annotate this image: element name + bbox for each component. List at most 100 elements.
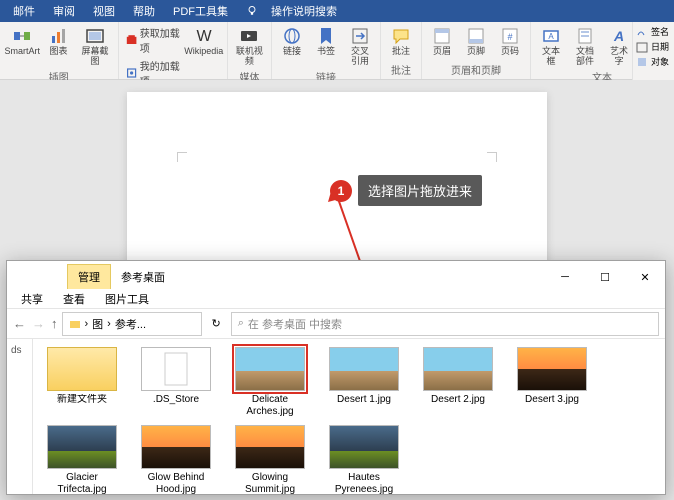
explorer-subtabs: 共享 查看 图片工具 (7, 289, 665, 309)
refresh-button[interactable]: ↻ (206, 317, 227, 330)
margin-marker (487, 152, 497, 162)
explorer-nav: ← → ↑ ›图›参考... ↻ ⌕ 在 参考桌面 中搜索 (7, 309, 665, 339)
file-explorer-window: 管理 参考桌面 ─ ☐ ✕ 共享 查看 图片工具 ← → ↑ ›图›参考... … (6, 260, 666, 495)
minimize-button[interactable]: ─ (545, 265, 585, 289)
tab-review[interactable]: 审阅 (44, 3, 84, 19)
ribbon-toolbar: SmartArt 图表 屏幕截图 插图 获取加载项 我的加载项 WWikiped… (0, 22, 674, 80)
annotation-callout: 1 选择图片拖放进来 (330, 175, 482, 206)
signature-button[interactable]: 签名 (636, 25, 671, 38)
svg-text:A: A (548, 32, 554, 41)
crossref-button[interactable]: 交叉引用 (344, 24, 376, 69)
image-thumbnail (141, 425, 211, 469)
file-icon (141, 347, 211, 391)
quickparts-button[interactable]: 文档部件 (569, 24, 601, 69)
group-label: 批注 (391, 62, 411, 78)
explorer-sidebar[interactable]: ds (7, 339, 33, 494)
file-item[interactable]: Desert 3.jpg (513, 347, 591, 417)
comment-button[interactable]: 批注 (385, 24, 417, 59)
image-thumbnail (517, 347, 587, 391)
wordart-button[interactable]: A艺术字 (603, 24, 635, 69)
group-links: 链接 书签 交叉引用 链接 (272, 22, 381, 79)
file-item[interactable]: Delicate Arches.jpg (231, 347, 309, 417)
image-thumbnail (235, 347, 305, 391)
tell-me-search[interactable]: 操作说明搜索 (237, 3, 355, 19)
close-button[interactable]: ✕ (625, 265, 665, 289)
explorer-title: 参考桌面 (111, 265, 545, 289)
group-illustrations: SmartArt 图表 屏幕截图 插图 (0, 22, 119, 79)
image-thumbnail (47, 425, 117, 469)
ribbon-tabs: 邮件 审阅 视图 帮助 PDF工具集 操作说明搜索 (0, 0, 674, 22)
group-comments: 批注 批注 (381, 22, 422, 79)
datetime-button[interactable]: 日期 (636, 40, 671, 53)
explorer-tab-manage[interactable]: 管理 (67, 264, 111, 289)
image-thumbnail (423, 347, 493, 391)
addons-icon (126, 66, 137, 80)
folder-icon (69, 318, 81, 330)
file-item[interactable]: Desert 1.jpg (325, 347, 403, 417)
margin-marker (177, 152, 187, 162)
file-name: Desert 1.jpg (337, 394, 391, 406)
header-button[interactable]: 页眉 (426, 24, 458, 59)
store-icon (126, 33, 137, 47)
object-icon (636, 56, 648, 68)
word-window: 邮件 审阅 视图 帮助 PDF工具集 操作说明搜索 SmartArt 图表 屏幕… (0, 0, 674, 500)
file-name: 新建文件夹 (57, 394, 107, 406)
nav-up-button[interactable]: ↑ (51, 316, 58, 331)
image-thumbnail (235, 425, 305, 469)
explorer-titlebar[interactable]: 管理 参考桌面 ─ ☐ ✕ (7, 261, 665, 289)
file-name: Glacier Trifecta.jpg (43, 472, 121, 494)
maximize-button[interactable]: ☐ (585, 265, 625, 289)
callout-text: 选择图片拖放进来 (358, 175, 482, 206)
file-name: Glowing Summit.jpg (231, 472, 309, 494)
file-item[interactable]: Glow Behind Hood.jpg (137, 425, 215, 494)
textbox-button[interactable]: A文本框 (535, 24, 567, 69)
tab-mail[interactable]: 邮件 (4, 3, 44, 19)
image-thumbnail (329, 347, 399, 391)
group-media: 联机视频 媒体 (228, 22, 272, 79)
file-name: Glow Behind Hood.jpg (137, 472, 215, 494)
file-name: Hautes Pyrenees.jpg (325, 472, 403, 494)
chart-button[interactable]: 图表 (43, 24, 75, 59)
link-button[interactable]: 链接 (276, 24, 308, 59)
file-name: Desert 3.jpg (525, 394, 579, 406)
tab-help[interactable]: 帮助 (124, 3, 164, 19)
group-addons: 获取加载项 我的加载项 WWikipedia 加载项 (119, 22, 228, 79)
svg-text:W: W (196, 28, 212, 45)
svg-text:#: # (507, 32, 512, 42)
ribbon-right-panel: 签名 日期 对象 (632, 22, 674, 80)
folder-icon (47, 347, 117, 391)
subtab-share[interactable]: 共享 (11, 291, 53, 307)
breadcrumb[interactable]: ›图›参考... (62, 312, 202, 336)
explorer-search-input[interactable]: ⌕ 在 参考桌面 中搜索 (231, 312, 659, 336)
nav-forward-button[interactable]: → (32, 316, 45, 331)
screenshot-button[interactable]: 屏幕截图 (77, 24, 114, 69)
smartart-button[interactable]: SmartArt (4, 24, 41, 59)
file-item[interactable]: Glowing Summit.jpg (231, 425, 309, 494)
signature-icon (636, 26, 648, 38)
footer-button[interactable]: 页脚 (460, 24, 492, 59)
file-item[interactable]: Desert 2.jpg (419, 347, 497, 417)
calendar-icon (636, 41, 648, 53)
callout-number: 1 (330, 180, 352, 202)
image-thumbnail (329, 425, 399, 469)
search-icon: ⌕ (238, 317, 244, 330)
file-item[interactable]: Hautes Pyrenees.jpg (325, 425, 403, 494)
pagenum-button[interactable]: #页码 (494, 24, 526, 59)
file-item[interactable]: Glacier Trifecta.jpg (43, 425, 121, 494)
tab-pdf[interactable]: PDF工具集 (164, 3, 237, 19)
tab-view[interactable]: 视图 (84, 3, 124, 19)
subtab-picture-tools[interactable]: 图片工具 (95, 291, 159, 307)
bookmark-button[interactable]: 书签 (310, 24, 342, 59)
wikipedia-button[interactable]: WWikipedia (185, 24, 223, 59)
group-label: 页眉和页脚 (451, 62, 501, 78)
file-item[interactable]: 新建文件夹 (43, 347, 121, 417)
nav-back-button[interactable]: ← (13, 316, 26, 331)
lightbulb-icon (246, 5, 258, 17)
object-button[interactable]: 对象 (636, 55, 671, 68)
online-video-button[interactable]: 联机视频 (232, 24, 267, 69)
get-addons-button[interactable]: 获取加载项 (123, 24, 183, 56)
file-name: Desert 2.jpg (431, 394, 485, 406)
file-item[interactable]: .DS_Store (137, 347, 215, 417)
subtab-view[interactable]: 查看 (53, 291, 95, 307)
file-grid: 新建文件夹 .DS_StoreDelicate Arches.jpg Desert … (33, 339, 665, 494)
